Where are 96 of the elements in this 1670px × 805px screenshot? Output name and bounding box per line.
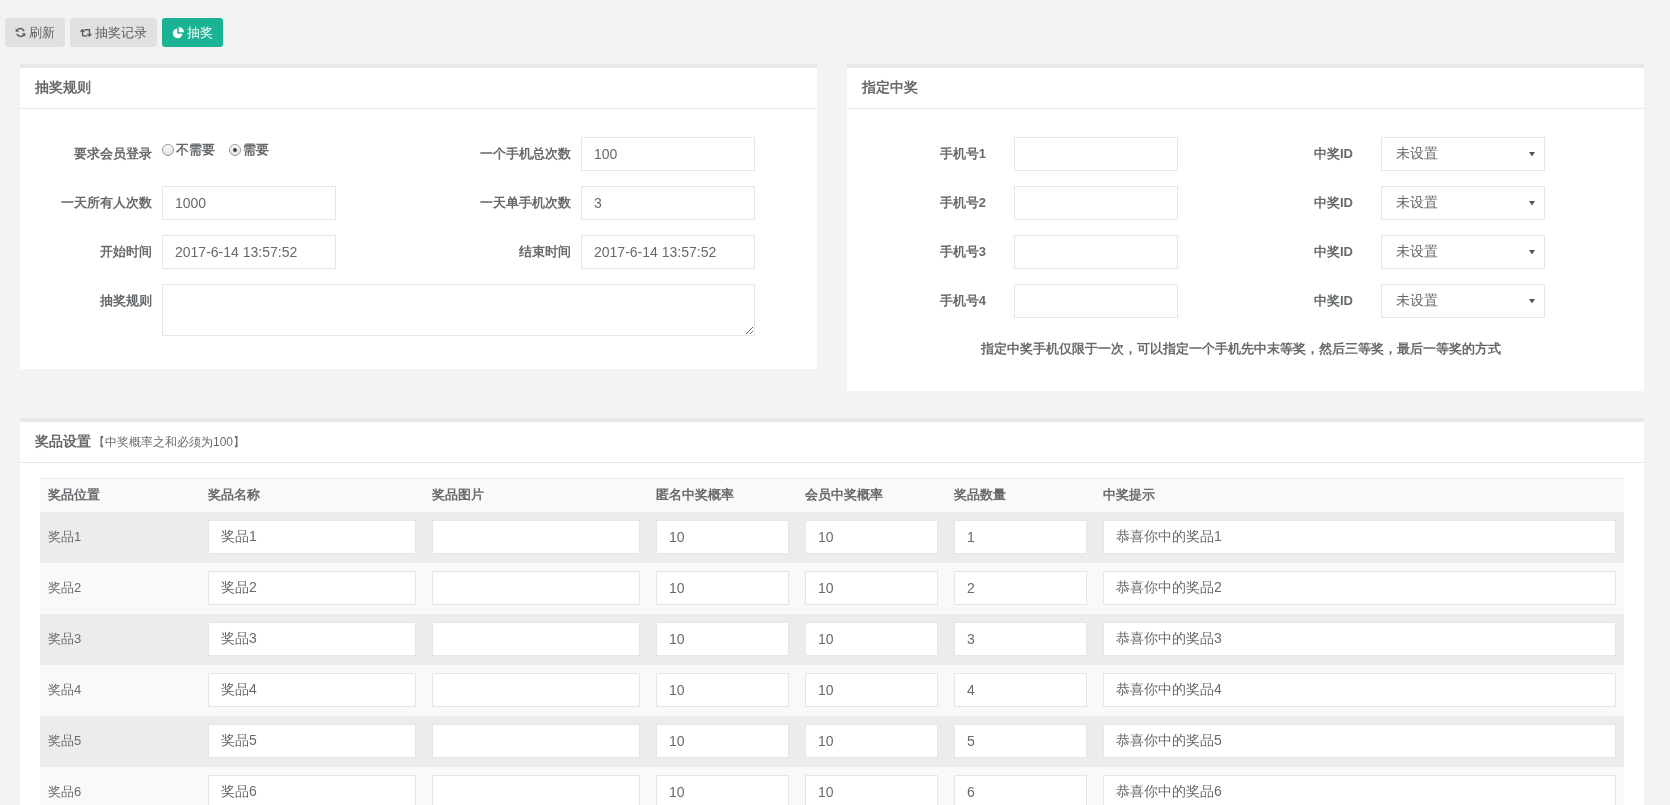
column-header: 会员中奖概率 <box>797 478 946 512</box>
table-cell: 奖品3 <box>40 613 200 665</box>
caret-icon <box>1528 199 1536 207</box>
input-field[interactable]: 4 <box>954 673 1087 707</box>
input-field[interactable]: 10 <box>805 724 938 758</box>
panel-title: 指定中奖 <box>847 68 1644 109</box>
input-field[interactable]: 6 <box>954 775 1087 805</box>
input-field[interactable]: 恭喜你中的奖品6 <box>1103 775 1616 805</box>
hint-text: 【中奖概率之和必须为100】 <box>93 433 246 451</box>
phone-field[interactable] <box>1014 235 1178 269</box>
field-label: 手机号2 <box>938 194 986 212</box>
input-field[interactable]: 1000 <box>162 186 336 220</box>
repeat-arrows-icon <box>80 27 92 38</box>
input-field[interactable]: 1 <box>954 520 1087 554</box>
field-label: 手机号4 <box>938 292 986 310</box>
field-label: 手机号1 <box>938 145 986 163</box>
field-label: 中奖ID <box>1313 243 1353 261</box>
input-field[interactable]: 10 <box>805 520 938 554</box>
panel-title: 奖品设置 <box>35 433 91 451</box>
panel-title: 抽奖规则 <box>20 68 817 109</box>
prize-dropdown[interactable]: 未设置 <box>1381 284 1545 318</box>
input-field[interactable]: 3 <box>954 622 1087 656</box>
input-field[interactable]: 奖品2 <box>208 571 416 605</box>
caret-icon <box>1528 297 1536 305</box>
input-field[interactable] <box>432 622 640 656</box>
input-field[interactable]: 奖品6 <box>208 775 416 805</box>
input-field[interactable]: 奖品1 <box>208 520 416 554</box>
radio-button[interactable] <box>162 144 174 156</box>
textarea-field[interactable] <box>162 284 755 336</box>
column-header: 中奖提示 <box>1095 478 1624 512</box>
field-label: 中奖ID <box>1313 194 1353 212</box>
input-field[interactable]: 10 <box>805 775 938 805</box>
table-cell: 奖品4 <box>40 664 200 716</box>
input-field[interactable] <box>432 571 640 605</box>
input-field[interactable]: 10 <box>656 520 789 554</box>
input-field[interactable]: 10 <box>656 673 789 707</box>
input-field[interactable]: 3 <box>581 186 755 220</box>
input-field[interactable]: 奖品4 <box>208 673 416 707</box>
phone-field[interactable] <box>1014 186 1178 220</box>
input-field[interactable]: 恭喜你中的奖品1 <box>1103 520 1616 554</box>
field-label: 手机号3 <box>938 243 986 261</box>
field-label: 要求会员登录 <box>73 145 152 163</box>
input-field[interactable]: 2017-6-14 13:57:52 <box>581 235 755 269</box>
input-field[interactable]: 5 <box>954 724 1087 758</box>
field-label: 中奖ID <box>1313 292 1353 310</box>
phone-field[interactable] <box>1014 284 1178 318</box>
history-button[interactable]: 抽奖记录 <box>70 18 157 47</box>
input-field[interactable]: 恭喜你中的奖品2 <box>1103 571 1616 605</box>
table-cell: 奖品2 <box>40 562 200 614</box>
prize-dropdown[interactable]: 未设置 <box>1381 186 1545 220</box>
radio-label: 不需要 <box>176 141 215 159</box>
column-header: 奖品图片 <box>424 478 648 512</box>
phone-field[interactable] <box>1014 137 1178 171</box>
input-field[interactable]: 恭喜你中的奖品4 <box>1103 673 1616 707</box>
input-field[interactable] <box>432 673 640 707</box>
input-field[interactable]: 10 <box>805 622 938 656</box>
pie-chart-icon <box>172 26 184 39</box>
input-field[interactable]: 奖品5 <box>208 724 416 758</box>
column-header: 奖品数量 <box>946 478 1095 512</box>
table-cell: 奖品6 <box>40 766 200 805</box>
note-text: 指定中奖手机仅限于一次，可以指定一个手机先中末等奖，然后三等奖，最后一等奖的方式 <box>979 340 1502 358</box>
input-field[interactable]: 2017-6-14 13:57:52 <box>162 235 336 269</box>
input-field[interactable]: 2 <box>954 571 1087 605</box>
input-field[interactable] <box>432 520 640 554</box>
caret-icon <box>1528 150 1536 158</box>
input-field[interactable] <box>432 775 640 805</box>
field-label: 抽奖规则 <box>99 292 152 310</box>
column-header: 奖品位置 <box>40 478 200 512</box>
caret-icon <box>1528 248 1536 256</box>
field-label: 结束时间 <box>518 243 571 261</box>
field-label: 一个手机总次数 <box>479 145 571 163</box>
input-field[interactable]: 恭喜你中的奖品3 <box>1103 622 1616 656</box>
refresh-button[interactable]: 刷新 <box>5 18 65 47</box>
radio-button[interactable] <box>229 144 241 156</box>
input-field[interactable] <box>432 724 640 758</box>
field-label: 一天所有人次数 <box>60 194 152 212</box>
input-field[interactable]: 100 <box>581 137 755 171</box>
input-field[interactable]: 奖品3 <box>208 622 416 656</box>
refresh-icon <box>15 27 26 38</box>
input-field[interactable]: 10 <box>805 571 938 605</box>
column-header: 奖品名称 <box>200 478 424 512</box>
field-label: 中奖ID <box>1313 145 1353 163</box>
radio-label: 需要 <box>243 141 269 159</box>
table-cell: 奖品5 <box>40 715 200 767</box>
field-label: 一天单手机次数 <box>479 194 571 212</box>
table-cell: 奖品1 <box>40 511 200 563</box>
input-field[interactable]: 10 <box>656 724 789 758</box>
input-field[interactable]: 10 <box>656 775 789 805</box>
input-field[interactable]: 10 <box>656 571 789 605</box>
column-header: 匿名中奖概率 <box>648 478 797 512</box>
prize-dropdown[interactable]: 未设置 <box>1381 235 1545 269</box>
prize-dropdown[interactable]: 未设置 <box>1381 137 1545 171</box>
input-field[interactable]: 恭喜你中的奖品5 <box>1103 724 1616 758</box>
input-field[interactable]: 10 <box>656 622 789 656</box>
input-field[interactable]: 10 <box>805 673 938 707</box>
field-label: 开始时间 <box>99 243 152 261</box>
